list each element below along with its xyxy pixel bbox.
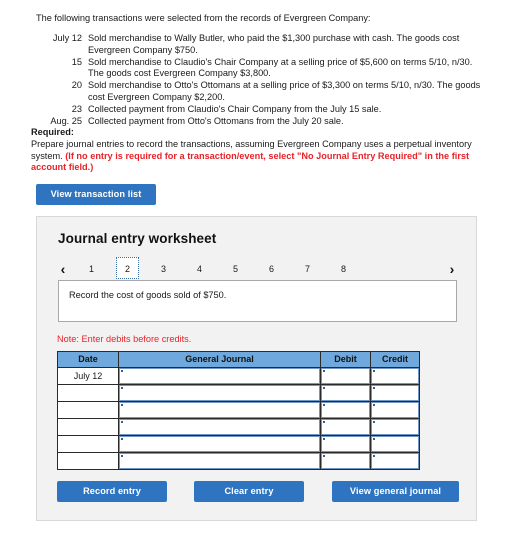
credit-input[interactable] — [371, 385, 419, 401]
row-credit-cell[interactable] — [370, 435, 420, 453]
transaction-description: Sold merchandise to Otto's Ottomans at a… — [88, 80, 481, 102]
record-entry-button[interactable]: Record entry — [57, 481, 167, 502]
row-credit-cell[interactable] — [370, 384, 420, 402]
table-row — [57, 452, 420, 470]
table-row — [57, 384, 420, 402]
row-debit-cell[interactable] — [320, 367, 371, 385]
pager-page-6[interactable]: 6 — [260, 257, 283, 279]
row-general-journal-cell[interactable] — [118, 435, 321, 453]
row-general-journal-cell[interactable] — [118, 452, 321, 470]
credit-input[interactable] — [371, 368, 419, 384]
table-row — [57, 418, 420, 436]
credit-input[interactable] — [371, 402, 419, 418]
journal-entry-table: Date General Journal Debit Credit July 1… — [57, 351, 420, 470]
transaction-row: July 12 Sold merchandise to Wally Butler… — [36, 33, 488, 57]
debit-input[interactable] — [321, 368, 370, 384]
worksheet-footer-buttons: Record entry Clear entry View general jo… — [57, 481, 459, 503]
row-general-journal-cell[interactable] — [118, 367, 321, 385]
row-general-journal-cell[interactable] — [118, 418, 321, 436]
transaction-date: 15 — [71, 56, 82, 67]
transaction-list-body: July 12 Sold merchandise to Wally Butler… — [36, 33, 488, 128]
journal-table-head: Date General Journal Debit Credit — [57, 351, 420, 368]
column-header-date: Date — [57, 351, 119, 368]
row-debit-cell[interactable] — [320, 418, 371, 436]
page-root: The following transactions were selected… — [0, 0, 509, 548]
pager-page-5[interactable]: 5 — [224, 257, 247, 279]
debit-input[interactable] — [321, 385, 370, 401]
transaction-description: Collected payment from Claudio's Chair C… — [88, 104, 382, 115]
row-credit-cell[interactable] — [370, 367, 420, 385]
journal-table-body: July 12 — [57, 367, 420, 470]
debit-input[interactable] — [321, 436, 370, 452]
transaction-row: 15 Sold merchandise to Claudio's Chair C… — [36, 57, 488, 81]
view-general-journal-button[interactable]: View general journal — [332, 481, 459, 502]
row-credit-cell[interactable] — [370, 452, 420, 470]
row-date-cell — [57, 435, 119, 453]
chevron-right-icon[interactable]: › — [444, 257, 460, 281]
row-debit-cell[interactable] — [320, 384, 371, 402]
row-debit-cell[interactable] — [320, 401, 371, 419]
general-journal-input[interactable] — [119, 368, 320, 384]
transaction-row: 23 Collected payment from Claudio's Chai… — [36, 104, 488, 116]
transaction-date: 23 — [71, 104, 82, 115]
general-journal-input[interactable] — [119, 419, 320, 435]
transaction-row: 20 Sold merchandise to Otto's Ottomans a… — [36, 80, 488, 104]
pager-page-2[interactable]: 2 — [116, 257, 139, 279]
pager-page-7[interactable]: 7 — [296, 257, 319, 279]
pager-page-1[interactable]: 1 — [80, 257, 103, 279]
row-debit-cell[interactable] — [320, 452, 371, 470]
pager-page-4[interactable]: 4 — [188, 257, 211, 279]
debits-before-credits-note: Note: Enter debits before credits. — [57, 334, 192, 344]
chevron-left-icon[interactable]: ‹ — [55, 257, 71, 281]
intro-paragraph: The following transactions were selected… — [36, 13, 371, 23]
credit-input[interactable] — [371, 453, 419, 469]
row-credit-cell[interactable] — [370, 401, 420, 419]
debit-input[interactable] — [321, 453, 370, 469]
column-header-debit: Debit — [320, 351, 371, 368]
debit-input[interactable] — [321, 419, 370, 435]
row-credit-cell[interactable] — [370, 418, 420, 436]
journal-entry-worksheet-panel: Journal entry worksheet ‹ 12345678 › Rec… — [36, 216, 477, 521]
credit-input[interactable] — [371, 419, 419, 435]
column-header-credit: Credit — [370, 351, 420, 368]
view-transaction-list-button[interactable]: View transaction list — [36, 184, 156, 205]
row-debit-cell[interactable] — [320, 435, 371, 453]
pager-page-3[interactable]: 3 — [152, 257, 175, 279]
general-journal-input[interactable] — [119, 436, 320, 452]
transaction-description: Sold merchandise to Wally Butler, who pa… — [88, 33, 460, 55]
table-row: July 12 — [57, 367, 420, 385]
row-general-journal-cell[interactable] — [118, 401, 321, 419]
row-general-journal-cell[interactable] — [118, 384, 321, 402]
row-date-cell — [57, 384, 119, 402]
transaction-date: July 12 — [52, 33, 82, 43]
general-journal-input[interactable] — [119, 402, 320, 418]
general-journal-input[interactable] — [119, 453, 320, 469]
credit-input[interactable] — [371, 436, 419, 452]
general-journal-input[interactable] — [119, 385, 320, 401]
worksheet-pager: ‹ 12345678 › — [55, 257, 460, 281]
transaction-list-table: July 12 Sold merchandise to Wally Butler… — [36, 33, 488, 128]
row-date-cell — [57, 452, 119, 470]
row-date-cell — [57, 418, 119, 436]
transaction-description: Sold merchandise to Claudio's Chair Comp… — [88, 56, 473, 79]
required-red-note: (If no entry is required for a transacti… — [31, 150, 470, 173]
journal-header-row: Date General Journal Debit Credit — [57, 351, 420, 368]
required-label: Required: — [31, 127, 74, 137]
row-date-cell: July 12 — [57, 367, 119, 385]
worksheet-title: Journal entry worksheet — [58, 231, 217, 246]
table-row — [57, 435, 420, 453]
table-row — [57, 401, 420, 419]
row-date-cell — [57, 401, 119, 419]
pager-page-list: 12345678 — [80, 257, 368, 281]
pager-page-8[interactable]: 8 — [332, 257, 355, 279]
required-body: Prepare journal entries to record the tr… — [31, 139, 491, 174]
debit-input[interactable] — [321, 402, 370, 418]
column-header-general-journal: General Journal — [118, 351, 321, 368]
worksheet-prompt: Record the cost of goods sold of $750. — [58, 280, 457, 322]
transaction-date: 20 — [71, 80, 82, 91]
clear-entry-button[interactable]: Clear entry — [194, 481, 304, 502]
required-block: Required: Prepare journal entries to rec… — [31, 127, 491, 174]
